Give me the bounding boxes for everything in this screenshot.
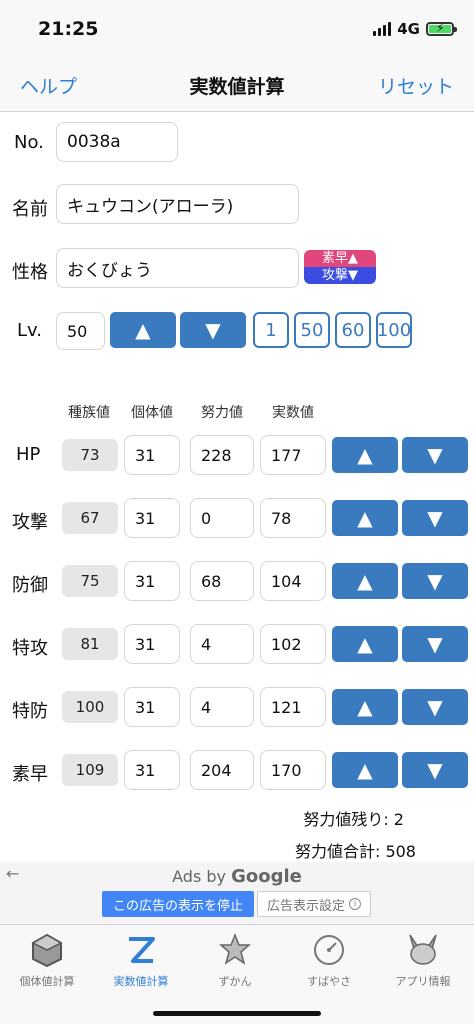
tab-label: すばやさ — [307, 975, 351, 988]
tab-app-info[interactable]: アプリ情報 — [376, 933, 470, 989]
tab-label: 実数値計算 — [113, 975, 169, 988]
reset-button[interactable]: リセット — [378, 72, 454, 99]
actual-stat-field[interactable]: 104 — [260, 561, 326, 601]
z-ruler-icon — [94, 933, 188, 967]
level-preset-100-button[interactable]: 100 — [376, 312, 412, 348]
tab-iv-calc[interactable]: 個体値計算 — [0, 933, 94, 989]
iv-field[interactable]: 31 — [124, 687, 180, 727]
ev-field[interactable]: 4 — [190, 624, 254, 664]
level-preset-1-button[interactable]: 1 — [253, 312, 289, 348]
ev-field[interactable]: 204 — [190, 750, 254, 790]
nature-field[interactable]: おくびょう — [56, 248, 299, 288]
stat-name: 特攻 — [12, 638, 48, 659]
stat-up-button[interactable]: ▲ — [332, 500, 398, 536]
stat-up-button[interactable]: ▲ — [332, 437, 398, 473]
nature-effect-badge: 素早▲ 攻撃▼ — [304, 250, 376, 284]
nature-down-stat: 攻撃▼ — [304, 267, 376, 284]
nature-label: 性格 — [12, 262, 48, 283]
level-down-button[interactable]: ▼ — [180, 312, 246, 348]
name-field[interactable]: キュウコン(アローラ) — [56, 184, 299, 224]
number-field[interactable]: 0038a — [56, 122, 178, 162]
ad-settings-label: 広告表示設定 — [266, 898, 345, 914]
monster-icon — [188, 933, 282, 967]
ad-banner: ← Ads by Google この広告の表示を停止 広告表示設定 i — [0, 862, 474, 924]
stat-name: 特防 — [12, 701, 48, 722]
nature-up-stat: 素早▲ — [304, 250, 376, 267]
level-field[interactable]: 50 — [56, 312, 105, 350]
stat-up-button[interactable]: ▲ — [332, 689, 398, 725]
pikachu-icon — [376, 933, 470, 967]
column-header-iv: 個体値 — [131, 405, 173, 421]
stat-up-button[interactable]: ▲ — [332, 626, 398, 662]
stat-down-button[interactable]: ▼ — [402, 752, 468, 788]
speedometer-icon — [282, 933, 376, 967]
base-stat-value: 109 — [62, 754, 118, 786]
base-stat-value: 67 — [62, 502, 118, 534]
column-header-ev: 努力値 — [201, 405, 243, 421]
status-icons: 4G ⚡ — [373, 20, 457, 38]
ev-total-text: 努力値合計: 508 — [294, 842, 416, 861]
stat-down-button[interactable]: ▼ — [402, 626, 468, 662]
ads-by-google: Ads by Google — [0, 866, 474, 887]
iv-field[interactable]: 31 — [124, 750, 180, 790]
ev-remaining-text: 努力値残り: 2 — [303, 810, 404, 829]
ev-field[interactable]: 68 — [190, 561, 254, 601]
stat-name: 素早 — [12, 764, 48, 785]
actual-stat-field[interactable]: 102 — [260, 624, 326, 664]
hexagon-icon — [0, 933, 94, 967]
iv-field[interactable]: 31 — [124, 561, 180, 601]
battery-icon: ⚡ — [426, 21, 457, 36]
tab-label: 個体値計算 — [19, 975, 75, 988]
iv-field[interactable]: 31 — [124, 435, 180, 475]
status-time: 21:25 — [38, 18, 99, 40]
iv-field[interactable]: 31 — [124, 624, 180, 664]
home-indicator — [153, 1011, 321, 1016]
navigation-bar: ヘルプ 実数値計算 リセット — [0, 56, 474, 112]
iv-field[interactable]: 31 — [124, 498, 180, 538]
tab-label: アプリ情報 — [395, 975, 451, 988]
stat-name: 攻撃 — [12, 512, 48, 533]
name-label: 名前 — [12, 199, 48, 220]
help-button[interactable]: ヘルプ — [20, 72, 77, 99]
base-stat-value: 81 — [62, 628, 118, 660]
actual-stat-field[interactable]: 121 — [260, 687, 326, 727]
stat-name: HP — [16, 444, 41, 465]
tab-pokedex[interactable]: ずかん — [188, 933, 282, 989]
actual-stat-field[interactable]: 170 — [260, 750, 326, 790]
tab-label: ずかん — [218, 975, 252, 988]
level-up-button[interactable]: ▲ — [110, 312, 176, 348]
actual-stat-field[interactable]: 78 — [260, 498, 326, 538]
info-icon: i — [349, 898, 361, 910]
tab-stat-calc[interactable]: 実数値計算 — [94, 933, 188, 989]
ad-settings-button[interactable]: 広告表示設定 i — [257, 891, 371, 917]
stat-down-button[interactable]: ▼ — [402, 563, 468, 599]
stat-name: 防御 — [12, 575, 48, 596]
level-label: Lv. — [17, 320, 43, 341]
stop-ad-button[interactable]: この広告の表示を停止 — [102, 891, 254, 917]
tab-speed[interactable]: すばやさ — [282, 933, 376, 989]
ev-field[interactable]: 4 — [190, 687, 254, 727]
number-label: No. — [14, 132, 44, 153]
stat-down-button[interactable]: ▼ — [402, 437, 468, 473]
column-header-base: 種族値 — [68, 405, 110, 421]
ev-field[interactable]: 0 — [190, 498, 254, 538]
status-bar: 21:25 4G ⚡ — [0, 0, 474, 56]
stat-down-button[interactable]: ▼ — [402, 689, 468, 725]
column-header-actual: 実数値 — [272, 405, 314, 421]
ads-by-label: Ads by — [172, 867, 226, 886]
base-stat-value: 100 — [62, 691, 118, 723]
actual-stat-field[interactable]: 177 — [260, 435, 326, 475]
ev-field[interactable]: 228 — [190, 435, 254, 475]
level-preset-60-button[interactable]: 60 — [335, 312, 371, 348]
base-stat-value: 75 — [62, 565, 118, 597]
stat-down-button[interactable]: ▼ — [402, 500, 468, 536]
stat-up-button[interactable]: ▲ — [332, 563, 398, 599]
base-stat-value: 73 — [62, 439, 118, 471]
level-preset-50-button[interactable]: 50 — [294, 312, 330, 348]
stat-up-button[interactable]: ▲ — [332, 752, 398, 788]
tab-bar: 個体値計算 実数値計算 ずかん すばやさ アプリ情報 — [0, 924, 474, 1024]
google-logo: Google — [231, 866, 302, 887]
signal-icon — [373, 22, 392, 36]
network-label: 4G — [397, 20, 420, 38]
